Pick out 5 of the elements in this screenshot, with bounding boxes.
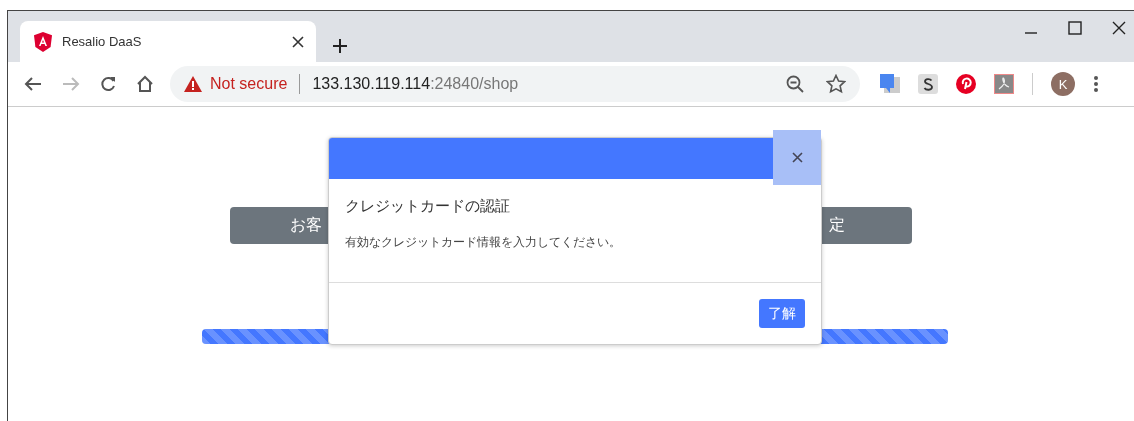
security-label: Not secure: [210, 75, 288, 93]
url-text: 133.130.119.114:24840/shop: [312, 75, 520, 93]
dialog-title: クレジットカードの認証: [345, 197, 511, 216]
dialog-message: 有効なクレジットカード情報を入力してください。: [345, 234, 622, 251]
tab-title: Resalio DaaS: [62, 34, 143, 49]
